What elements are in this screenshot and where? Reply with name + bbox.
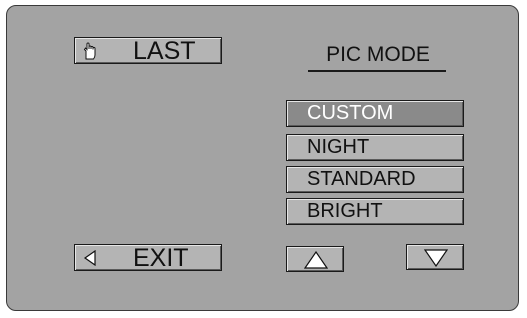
mode-option-night[interactable]: NIGHT bbox=[286, 134, 464, 161]
up-button[interactable] bbox=[286, 246, 344, 272]
last-button-label: LAST bbox=[133, 37, 196, 65]
down-arrow-icon bbox=[424, 249, 448, 267]
mode-option-bright[interactable]: BRIGHT bbox=[286, 198, 464, 225]
title-underline bbox=[308, 70, 446, 72]
mode-option-custom[interactable]: CUSTOM bbox=[286, 100, 464, 127]
exit-button[interactable]: EXIT bbox=[74, 244, 222, 271]
exit-button-label: EXIT bbox=[133, 244, 189, 272]
up-arrow-icon bbox=[304, 251, 328, 269]
down-button[interactable] bbox=[406, 244, 464, 270]
hand-pointer-icon bbox=[83, 42, 96, 60]
menu-title: PIC MODE bbox=[326, 43, 430, 66]
last-button[interactable]: LAST bbox=[74, 37, 222, 64]
left-arrow-icon bbox=[83, 250, 96, 266]
mode-option-standard[interactable]: STANDARD bbox=[286, 166, 464, 193]
